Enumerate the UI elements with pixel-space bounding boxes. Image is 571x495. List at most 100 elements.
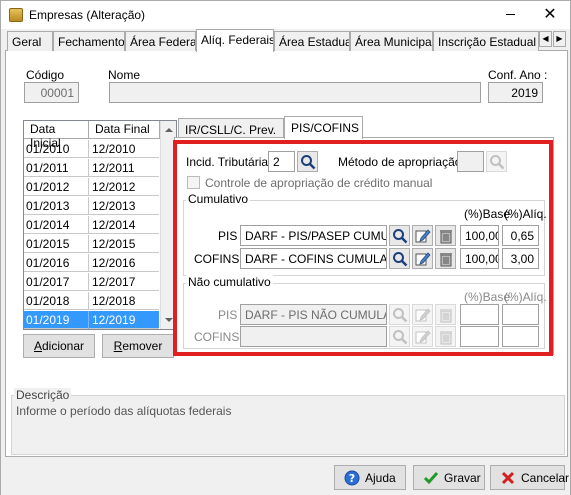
- data-inicial-cell: 01/2012: [26, 180, 70, 194]
- nao-cumulativo-cofins-edit-button[interactable]: [412, 326, 433, 347]
- cumulativo-pis-aliq-field[interactable]: 0,65: [502, 225, 539, 246]
- data-inicial-cell: 01/2018: [26, 294, 70, 308]
- close-button[interactable]: ✕: [541, 5, 559, 23]
- nao-cumulativo-pis-darf-field[interactable]: DARF - PIS NÃO CUMULATIVO: [240, 304, 387, 325]
- metodo-search-button[interactable]: [486, 151, 507, 172]
- check-icon: [423, 472, 439, 485]
- conf-ano-field[interactable]: 2019: [488, 82, 543, 103]
- nao-cumulativo-pis-delete-button[interactable]: [435, 304, 456, 325]
- tab-scroll-right-icon[interactable]: ▶: [553, 31, 566, 47]
- list-item[interactable]: 01/2019 12/2019: [24, 311, 159, 329]
- cumulativo-aliq-header: (%)Alíq.: [504, 207, 547, 221]
- list-item[interactable]: 01/2017 12/2017: [24, 273, 159, 291]
- column-divider: [88, 254, 89, 272]
- cancel-button[interactable]: Cancelar: [490, 465, 569, 490]
- data-inicial-cell: 01/2016: [26, 256, 70, 270]
- cumulativo-pis-delete-button[interactable]: [435, 225, 456, 246]
- tab-area-estadual[interactable]: Área Estadual: [274, 31, 350, 51]
- tab-scroll-left-icon[interactable]: ◀: [539, 31, 552, 47]
- nao-cumulativo-pis-aliq-field[interactable]: [502, 304, 539, 325]
- period-list[interactable]: Data Inicial Data Final 01/2010 12/2010 01…: [23, 120, 177, 330]
- tab-area-federal[interactable]: Área Federal: [125, 31, 196, 51]
- list-item[interactable]: 01/2013 12/2013: [24, 197, 159, 215]
- nao-cumulativo-group: Não cumulativo (%)Base (%)Alíq. PIS DARF…: [183, 275, 547, 349]
- incid-search-button[interactable]: [297, 151, 318, 172]
- cumulativo-cofins-edit-button[interactable]: [412, 248, 433, 269]
- help-button[interactable]: ? Ajuda: [334, 465, 406, 490]
- nome-field[interactable]: [109, 82, 481, 103]
- data-final-cell: 12/2015: [92, 237, 136, 251]
- edit-icon: [415, 330, 431, 344]
- list-item[interactable]: 01/2015 12/2015: [24, 235, 159, 253]
- cumulativo-cofins-base-field[interactable]: 100,00: [460, 248, 499, 269]
- save-button[interactable]: Gravar: [413, 465, 485, 490]
- data-final-cell: 12/2017: [92, 275, 136, 289]
- column-divider: [88, 197, 89, 215]
- cancel-icon: [501, 471, 515, 485]
- tab-aliq-federais[interactable]: Alíq. Federais: [196, 29, 274, 52]
- cumulativo-cofins-aliq-field[interactable]: 3,00: [502, 248, 539, 269]
- codigo-field[interactable]: 00001: [24, 82, 79, 103]
- nao-cumulativo-cofins-darf-field[interactable]: [240, 326, 387, 347]
- nao-cumulativo-cofins-search-button[interactable]: [389, 326, 410, 347]
- data-final-cell: 12/2019: [92, 313, 136, 327]
- tab-inscricao-estadual[interactable]: Inscrição Estadual S: [433, 31, 539, 51]
- list-item[interactable]: 01/2011 12/2011: [24, 159, 159, 177]
- tab-geral[interactable]: Geral: [7, 31, 53, 51]
- app-icon: [9, 8, 23, 22]
- column-divider: [88, 178, 89, 196]
- column-divider: [88, 292, 89, 310]
- tab-panel: Código 00001 Nome Conf. Ano : 2019 Data …: [5, 51, 568, 457]
- codigo-label: Código: [26, 68, 65, 82]
- column-divider: [88, 311, 89, 329]
- nao-cumulativo-pis-base-field[interactable]: [460, 304, 499, 325]
- tab-fechamento[interactable]: Fechamento: [53, 31, 125, 51]
- add-button[interactable]: Adicionar: [23, 334, 95, 358]
- cumulativo-cofins-search-button[interactable]: [389, 248, 410, 269]
- minimize-button[interactable]: [506, 14, 515, 15]
- metodo-field[interactable]: [457, 151, 484, 172]
- column-divider: [88, 235, 89, 253]
- incid-tributaria-label: Incid. Tributária:: [186, 155, 272, 169]
- cumulativo-cofins-label: COFINS: [194, 252, 240, 266]
- data-final-cell: 12/2018: [92, 294, 136, 308]
- list-item[interactable]: 01/2010 12/2010: [24, 140, 159, 158]
- cumulativo-pis-edit-button[interactable]: [412, 225, 433, 246]
- incid-tributaria-field[interactable]: 2: [268, 151, 295, 172]
- nao-cumulativo-pis-edit-button[interactable]: [412, 304, 433, 325]
- cumulativo-cofins-darf-field[interactable]: DARF - COFINS CUMULATIVO: [240, 248, 387, 269]
- list-item[interactable]: 01/2016 12/2016: [24, 254, 159, 272]
- column-divider: [88, 273, 89, 291]
- data-inicial-cell: 01/2019: [26, 313, 70, 327]
- edit-icon: [415, 252, 431, 266]
- data-final-cell: 12/2016: [92, 256, 136, 270]
- nao-cumulativo-pis-search-button[interactable]: [389, 304, 410, 325]
- list-item[interactable]: 01/2014 12/2014: [24, 216, 159, 234]
- cancel-button-label: Cancelar: [521, 471, 570, 485]
- list-item[interactable]: 01/2012 12/2012: [24, 178, 159, 196]
- column-divider: [88, 216, 89, 234]
- controle-checkbox[interactable]: [187, 176, 200, 189]
- tab-area-municipal[interactable]: Área Municipal: [350, 31, 433, 51]
- column-divider: [88, 140, 89, 158]
- cumulativo-pis-base-field[interactable]: 100,00: [460, 225, 499, 246]
- cumulativo-group: Cumulativo (%)Base (%)Alíq. PIS DARF - P…: [183, 192, 547, 276]
- remove-button[interactable]: Remover: [102, 334, 174, 358]
- cumulativo-pis-darf-field[interactable]: DARF - PIS/PASEP CUMULATIVO: [240, 225, 387, 246]
- window: Empresas (Alteração) ✕ Geral Fechamento …: [0, 0, 571, 495]
- data-inicial-cell: 01/2013: [26, 199, 70, 213]
- data-inicial-cell: 01/2017: [26, 275, 70, 289]
- cumulativo-pis-search-button[interactable]: [389, 225, 410, 246]
- column-divider: [88, 159, 89, 177]
- save-button-label: Gravar: [444, 471, 481, 485]
- column-header-data-final[interactable]: Data Final: [89, 121, 160, 139]
- list-item[interactable]: 01/2018 12/2018: [24, 292, 159, 310]
- tab-pis-cofins[interactable]: PIS/COFINS: [284, 116, 363, 139]
- column-header-data-inicial[interactable]: Data Inicial: [24, 121, 89, 150]
- nao-cumulativo-cofins-delete-button[interactable]: [435, 326, 456, 347]
- nao-cumulativo-cofins-base-field[interactable]: [460, 326, 499, 347]
- nao-cumulativo-cofins-aliq-field[interactable]: [502, 326, 539, 347]
- tab-ir-csll[interactable]: IR/CSLL/C. Prev.: [178, 118, 284, 139]
- cumulativo-cofins-delete-button[interactable]: [435, 248, 456, 269]
- help-button-label: Ajuda: [365, 471, 396, 485]
